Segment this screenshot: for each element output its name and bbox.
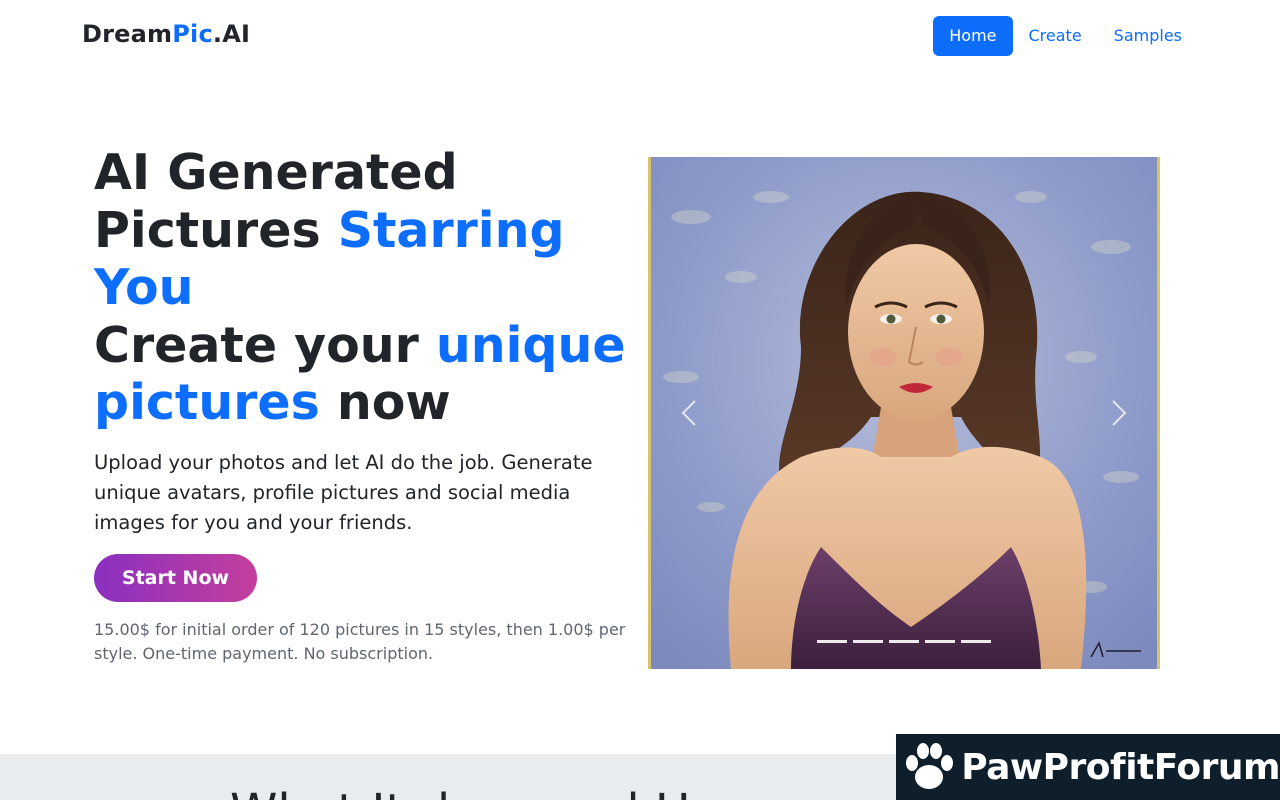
brand-part-dream: Dream [82, 20, 173, 48]
hero-title-line4b: unique [435, 316, 626, 374]
start-now-button[interactable]: Start Now [94, 554, 257, 602]
hero-title-line5b: now [319, 374, 451, 431]
carousel-indicators [651, 640, 1157, 643]
watermark-text: PawProfitForum [961, 746, 1280, 788]
brand-part-ai: .AI [212, 20, 251, 48]
hero-title-line4a: Create your [94, 316, 436, 374]
carousel-prev-button[interactable] [651, 157, 727, 669]
navbar: DreamPic.AI Home Create Samples [0, 0, 1280, 72]
chevron-right-icon [1111, 399, 1127, 427]
brand-logo[interactable]: DreamPic.AI [82, 20, 250, 48]
hero-title-line2a: Pictures [94, 201, 338, 259]
paw-icon [896, 734, 961, 800]
chevron-left-icon [681, 399, 697, 427]
hero-title: AI Generated Pictures Starring You Creat… [94, 144, 634, 432]
hero-lead-text: Upload your photos and let AI do the job… [94, 451, 593, 534]
sample-carousel [648, 157, 1160, 669]
carousel-indicator-3[interactable] [889, 640, 919, 643]
nav-home-link[interactable]: Home [933, 16, 1013, 56]
nav-create-link[interactable]: Create [1013, 16, 1098, 56]
price-note: 15.00$ for initial order of 120 pictures… [94, 620, 626, 663]
brand-part-pic: Pic [172, 20, 213, 48]
carousel-indicator-2[interactable] [853, 640, 883, 643]
hero-title-line2b: Starring [337, 201, 565, 259]
hero-title-line1: AI Generated [94, 144, 458, 201]
carousel-next-button[interactable] [1081, 157, 1157, 669]
main-nav: Home Create Samples [933, 16, 1198, 56]
section-heading: What It does and How [230, 784, 760, 800]
hero-title-line5a: pictures [94, 374, 320, 431]
carousel-indicator-4[interactable] [925, 640, 955, 643]
nav-samples-link[interactable]: Samples [1098, 16, 1198, 56]
carousel-indicator-5[interactable] [961, 640, 991, 643]
hero-title-line3: You [94, 259, 194, 316]
carousel-indicator-1[interactable] [817, 640, 847, 643]
watermark-banner: PawProfitForum [896, 734, 1280, 800]
